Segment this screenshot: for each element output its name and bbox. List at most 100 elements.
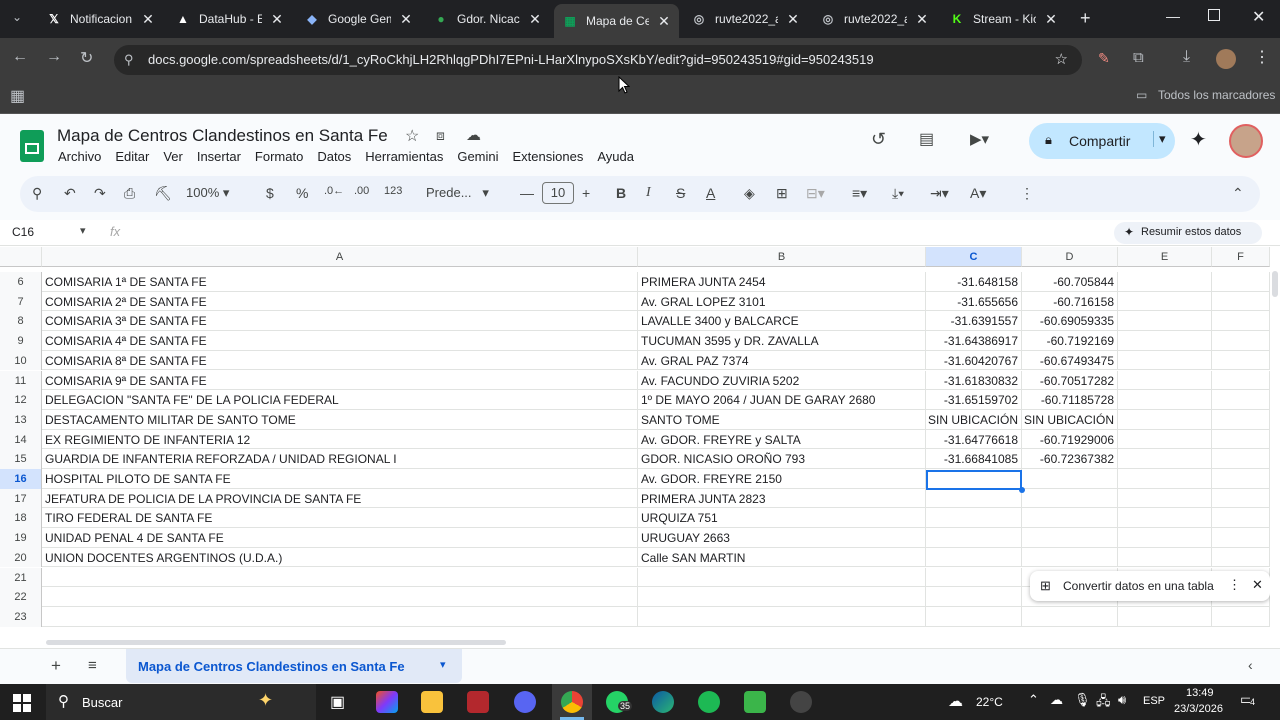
menu-item[interactable]: Herramientas	[365, 149, 443, 164]
row-number[interactable]: 11	[0, 370, 42, 391]
row-number[interactable]: 7	[0, 291, 42, 312]
cell-e[interactable]	[1118, 350, 1212, 371]
cell-f[interactable]	[1212, 370, 1270, 391]
cell-f[interactable]	[1212, 291, 1270, 312]
cell-e[interactable]	[1118, 370, 1212, 391]
cell-b[interactable]: SANTO TOME	[638, 409, 926, 430]
document-title[interactable]: Mapa de Centros Clandestinos en Santa Fe	[57, 126, 388, 146]
cell-f[interactable]	[1212, 429, 1270, 450]
forward-icon[interactable]: →	[46, 48, 62, 66]
row-number[interactable]: 21	[0, 567, 42, 588]
cell-b[interactable]: URQUIZA 751	[638, 508, 926, 529]
cell-a[interactable]: UNIDAD PENAL 4 DE SANTA FE	[42, 528, 638, 548]
browser-tab[interactable]: ▲ DataHub - E ✕	[167, 4, 292, 34]
back-icon[interactable]: ←	[12, 48, 28, 66]
spotify-icon[interactable]	[698, 691, 720, 713]
discord-icon[interactable]	[514, 691, 536, 713]
cell-b[interactable]: LAVALLE 3400 y BALCARCE	[638, 311, 926, 332]
cell-b[interactable]: TUCUMAN 3595 y DR. ZAVALLA	[638, 331, 926, 351]
cell-e[interactable]	[1118, 390, 1212, 410]
cell-b[interactable]	[638, 587, 926, 607]
cell-a[interactable]: UNION DOCENTES ARGENTINOS (U.D.A.)	[42, 547, 638, 568]
cell-c[interactable]: -31.61830832	[926, 370, 1022, 391]
more-formats-icon[interactable]: 123	[384, 185, 402, 197]
cell-f[interactable]	[1212, 350, 1270, 371]
name-box-dropdown-icon[interactable]: ▾	[80, 224, 86, 237]
bold-icon[interactable]: B	[616, 185, 626, 201]
browser-tab[interactable]: ▦ Mapa de Ce ✕	[554, 4, 679, 38]
menu-item[interactable]: Archivo	[58, 149, 101, 164]
row-number[interactable]: 14	[0, 429, 42, 450]
menu-item[interactable]: Editar	[115, 149, 149, 164]
cell-a[interactable]: DELEGACION "SANTA FE" DE LA POLICIA FEDE…	[42, 390, 638, 410]
cell-f[interactable]	[1212, 272, 1270, 292]
chip-more-icon[interactable]: ⋮	[1228, 577, 1241, 593]
zoom-select[interactable]: 100% ▾	[186, 185, 229, 201]
share-dropdown-icon[interactable]: ▾	[1153, 131, 1166, 147]
cell-d[interactable]	[1022, 508, 1118, 529]
cell-b[interactable]: URUGUAY 2663	[638, 528, 926, 548]
cell-d[interactable]: -60.71185728	[1022, 390, 1118, 410]
cell-e[interactable]	[1118, 508, 1212, 529]
cell-f[interactable]	[1212, 488, 1270, 509]
row-number[interactable]: 19	[0, 528, 42, 548]
cell-e[interactable]	[1118, 449, 1212, 469]
row-number[interactable]: 22	[0, 587, 42, 607]
weather-temp[interactable]: 22°C	[976, 695, 1003, 709]
meet-icon[interactable]: ▶▾	[970, 130, 989, 148]
cell-f[interactable]	[1212, 606, 1270, 627]
cell-b[interactable]: GDOR. NICASIO OROÑO 793	[638, 449, 926, 469]
cell-a[interactable]: COMISARIA 4ª DE SANTA FE	[42, 331, 638, 351]
cell-f[interactable]	[1212, 547, 1270, 568]
increase-font-size-icon[interactable]: +	[582, 185, 590, 201]
cell-d[interactable]: -60.7192169	[1022, 331, 1118, 351]
close-tab-icon[interactable]: ✕	[1044, 11, 1058, 28]
row-number[interactable]: 20	[0, 547, 42, 568]
all-sheets-icon[interactable]: ≡	[88, 657, 97, 674]
cell-e[interactable]	[1118, 469, 1212, 489]
column-header[interactable]: E	[1118, 247, 1212, 267]
cell-c[interactable]: -31.65159702	[926, 390, 1022, 410]
sheets-logo-icon[interactable]	[20, 130, 44, 162]
close-tab-icon[interactable]: ✕	[657, 13, 671, 30]
extensions-icon[interactable]: ⧉	[1133, 49, 1144, 66]
user-avatar[interactable]	[1229, 124, 1263, 158]
qgis-icon[interactable]	[744, 691, 766, 713]
cell-b[interactable]: Av. GRAL PAZ 7374	[638, 350, 926, 371]
cell-a[interactable]	[42, 587, 638, 607]
cell-d[interactable]	[1022, 469, 1118, 489]
cell-b[interactable]: PRIMERA JUNTA 2454	[638, 272, 926, 292]
column-header[interactable]: A	[42, 247, 638, 267]
cell-d[interactable]: -60.70517282	[1022, 370, 1118, 391]
italic-icon[interactable]: I	[646, 185, 651, 201]
cell-b[interactable]: Av. GRAL LOPEZ 3101	[638, 291, 926, 312]
cell-c[interactable]: SIN UBICACIÓN	[926, 409, 1022, 430]
winrar-icon[interactable]	[467, 691, 489, 713]
cell-a[interactable]: COMISARIA 8ª DE SANTA FE	[42, 350, 638, 371]
close-tab-icon[interactable]: ✕	[786, 11, 800, 28]
select-all-corner[interactable]	[0, 247, 42, 267]
sheet-tab-active[interactable]: Mapa de Centros Clandestinos en Santa Fe…	[126, 649, 462, 683]
cell-f[interactable]	[1212, 528, 1270, 548]
cell-a[interactable]: COMISARIA 2ª DE SANTA FE	[42, 291, 638, 312]
cell-d[interactable]: -60.69059335	[1022, 311, 1118, 332]
browser-tab[interactable]: 𝕏 Notificacion ✕	[38, 4, 163, 34]
strikethrough-icon[interactable]: S	[676, 185, 685, 201]
merge-cells-icon[interactable]: ⊟▾	[806, 185, 825, 202]
cell-c[interactable]: -31.64776618	[926, 429, 1022, 450]
decrease-font-size-icon[interactable]: —	[520, 185, 534, 201]
comments-icon[interactable]: ▤	[919, 129, 934, 149]
maximize-button[interactable]	[1208, 9, 1220, 21]
task-view-icon[interactable]: ▣	[330, 692, 345, 712]
browser-tab[interactable]: ◎ ruvte2022_ar ✕	[812, 4, 937, 34]
language-indicator[interactable]: ESP	[1143, 695, 1165, 707]
pen-extension-icon[interactable]: ✎	[1098, 50, 1110, 67]
sheet-tab-dropdown-icon[interactable]: ▾	[440, 658, 446, 671]
cell-e[interactable]	[1118, 606, 1212, 627]
row-number[interactable]: 8	[0, 311, 42, 332]
close-tab-icon[interactable]: ✕	[141, 11, 155, 28]
text-wrapping-icon[interactable]: ⇥▾	[930, 185, 949, 202]
cell-c[interactable]	[926, 528, 1022, 548]
menu-item[interactable]: Extensiones	[513, 149, 584, 164]
chrome-menu-icon[interactable]: ⋮	[1254, 47, 1270, 67]
